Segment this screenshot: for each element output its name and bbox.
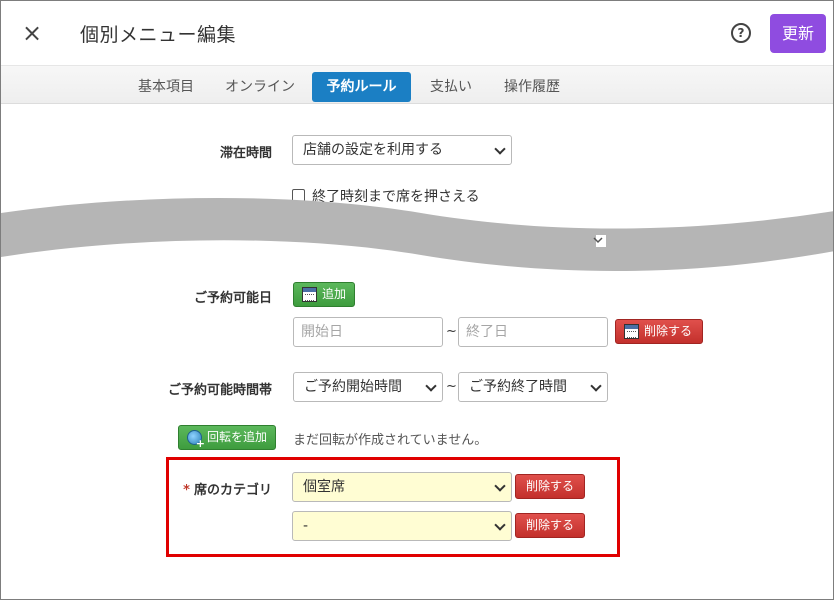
tab-basic-items[interactable]: 基本項目 bbox=[129, 72, 203, 102]
seat-category-select-2[interactable]: - bbox=[292, 511, 512, 541]
rotation-add-icon bbox=[187, 430, 205, 449]
add-rotation-button[interactable]: 回転を追加 bbox=[178, 425, 277, 450]
dialog-header: × 個別メニュー編集 ? 更新 bbox=[1, 1, 833, 65]
required-mark: * bbox=[183, 483, 190, 498]
end-time-select[interactable]: ご予約終了時間 bbox=[458, 372, 608, 402]
tab-bar: 基本項目 オンライン 予約ルール 支払い 操作履歴 bbox=[1, 65, 833, 104]
available-dates-label: ご予約可能日 bbox=[193, 291, 272, 306]
date-range-separator: ~ bbox=[446, 324, 457, 339]
seat-category-value-1: 個室席 bbox=[303, 479, 345, 495]
delete-date-button[interactable]: 削除する bbox=[615, 319, 703, 344]
add-rotation-label: 回転を追加 bbox=[207, 430, 268, 444]
chevron-down-icon bbox=[425, 380, 437, 392]
calendar-icon bbox=[302, 287, 317, 302]
time-range-separator: ~ bbox=[446, 379, 457, 394]
start-time-value: ご予約開始時間 bbox=[304, 379, 402, 395]
help-icon[interactable]: ? bbox=[731, 23, 751, 43]
available-time-label: ご予約可能時間帯 bbox=[167, 383, 272, 398]
update-button[interactable]: 更新 bbox=[770, 14, 826, 53]
delete-date-label: 削除する bbox=[644, 324, 693, 338]
tab-reservation-rules[interactable]: 予約ルール bbox=[312, 72, 411, 102]
rotation-empty-note: まだ回転が作成されていません。 bbox=[293, 433, 488, 448]
seat-category-select-1[interactable]: 個室席 bbox=[292, 472, 512, 502]
stay-time-value: 店舗の設定を利用する bbox=[303, 142, 443, 158]
start-date-input[interactable]: 開始日 bbox=[293, 317, 443, 347]
add-date-button[interactable]: 追加 bbox=[293, 282, 356, 307]
chevron-down-icon bbox=[590, 380, 602, 392]
page-title: 個別メニュー編集 bbox=[80, 24, 237, 46]
tab-history[interactable]: 操作履歴 bbox=[495, 72, 569, 102]
tab-payment[interactable]: 支払い bbox=[421, 72, 481, 102]
calendar-icon bbox=[624, 324, 639, 339]
wave-cut-divider bbox=[1, 198, 833, 271]
close-icon[interactable]: × bbox=[19, 21, 45, 47]
seat-category-label: * 席のカテゴリ bbox=[171, 479, 272, 498]
seat-category-value-2: - bbox=[303, 518, 309, 534]
start-time-select[interactable]: ご予約開始時間 bbox=[293, 372, 443, 402]
delete-seat-category-button-2[interactable]: 削除する bbox=[515, 513, 585, 538]
end-date-input[interactable]: 終了日 bbox=[458, 317, 608, 347]
chevron-down-icon bbox=[494, 143, 506, 155]
end-time-value: ご予約終了時間 bbox=[469, 379, 567, 395]
chevron-down-icon bbox=[494, 519, 506, 531]
delete-seat-category-button-1[interactable]: 削除する bbox=[515, 474, 585, 499]
dialog-window: × 個別メニュー編集 ? 更新 基本項目 オンライン 予約ルール 支払い 操作履… bbox=[0, 0, 834, 600]
tab-online[interactable]: オンライン bbox=[217, 72, 303, 102]
chevron-down-icon bbox=[494, 480, 506, 492]
seat-category-label-text: 席のカテゴリ bbox=[193, 483, 272, 498]
add-date-label: 追加 bbox=[322, 287, 347, 301]
stay-time-select[interactable]: 店舗の設定を利用する bbox=[292, 135, 512, 165]
stay-time-label: 滞在時間 bbox=[219, 146, 272, 161]
